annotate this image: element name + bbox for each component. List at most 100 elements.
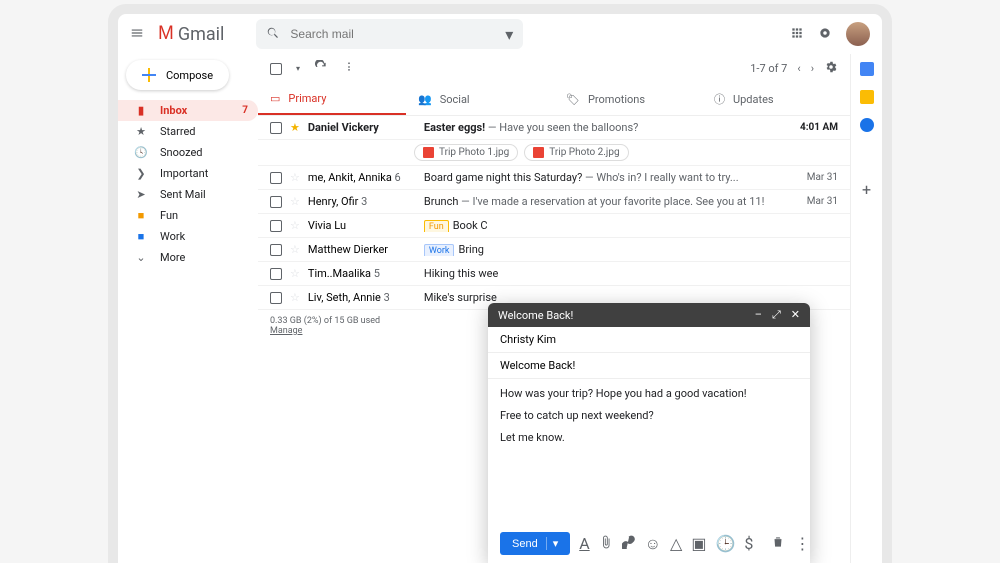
drive-icon[interactable]: △ bbox=[670, 534, 682, 553]
discard-icon[interactable] bbox=[771, 534, 785, 553]
prev-page-icon[interactable]: ‹ bbox=[797, 62, 800, 75]
account-avatar[interactable] bbox=[846, 22, 870, 46]
nav-label: Snoozed bbox=[160, 146, 202, 159]
nav-sent-mail[interactable]: ➤Sent Mail bbox=[118, 184, 258, 205]
send-label: Send bbox=[512, 538, 538, 550]
nav-more[interactable]: ⌄More bbox=[118, 247, 258, 268]
email-row[interactable]: ☆ Vivia Lu FunBook C bbox=[258, 214, 850, 238]
star-icon[interactable]: ☆ bbox=[290, 171, 300, 184]
star-icon[interactable]: ☆ bbox=[290, 219, 300, 232]
compose-label: Compose bbox=[166, 69, 213, 82]
important-icon: ❯ bbox=[134, 167, 148, 180]
search-input[interactable] bbox=[290, 27, 495, 41]
nav-inbox[interactable]: ▮ Inbox 7 bbox=[118, 100, 258, 121]
attachment-chip[interactable]: Trip Photo 1.jpg bbox=[414, 144, 518, 161]
settings-icon[interactable] bbox=[824, 60, 838, 77]
row-checkbox[interactable] bbox=[270, 172, 282, 184]
sender: me, Ankit, Annika 6 bbox=[308, 171, 416, 184]
tab-updates[interactable]: ⓘUpdates bbox=[702, 83, 850, 115]
tab-icon: 👥 bbox=[418, 93, 432, 106]
search-dropdown-icon[interactable]: ▾ bbox=[505, 25, 513, 44]
photo-icon[interactable]: ▣ bbox=[691, 534, 706, 553]
app-name: Gmail bbox=[178, 24, 225, 45]
more-icon[interactable] bbox=[342, 60, 356, 77]
star-icon[interactable]: ☆ bbox=[290, 195, 300, 208]
menu-icon[interactable] bbox=[130, 25, 148, 44]
minimize-icon[interactable]: – bbox=[755, 308, 762, 322]
subject-field[interactable]: Welcome Back! bbox=[488, 353, 810, 379]
star-icon[interactable]: ☆ bbox=[290, 243, 300, 256]
calendar-addon-icon[interactable] bbox=[860, 62, 874, 76]
star-icon[interactable]: ☆ bbox=[290, 267, 300, 280]
send-options-icon[interactable]: ▾ bbox=[546, 537, 559, 550]
row-checkbox[interactable] bbox=[270, 268, 282, 280]
subject-line: Board game night this Saturday? — Who's … bbox=[424, 171, 788, 184]
email-row[interactable]: ★ Daniel Vickery Easter eggs! — Have you… bbox=[258, 116, 850, 140]
tasks-addon-icon[interactable] bbox=[860, 118, 874, 132]
get-addons-icon[interactable]: + bbox=[862, 180, 871, 199]
close-icon[interactable]: ✕ bbox=[791, 308, 800, 322]
apps-icon[interactable] bbox=[790, 25, 804, 44]
row-checkbox[interactable] bbox=[270, 220, 282, 232]
star-icon[interactable]: ☆ bbox=[290, 291, 300, 304]
attachment-name: Trip Photo 2.jpg bbox=[549, 147, 619, 158]
subject-line: WorkBring bbox=[424, 243, 788, 256]
select-dropdown-icon[interactable]: ▾ bbox=[296, 64, 300, 73]
nav-starred[interactable]: ★Starred bbox=[118, 121, 258, 142]
compose-more-icon[interactable]: ⋮ bbox=[794, 534, 810, 553]
attachment-chip[interactable]: Trip Photo 2.jpg bbox=[524, 144, 628, 161]
link-icon[interactable] bbox=[622, 534, 636, 553]
keep-addon-icon[interactable] bbox=[860, 90, 874, 104]
star-icon[interactable]: ★ bbox=[290, 121, 300, 134]
inbox-icon: ▮ bbox=[134, 104, 148, 117]
compose-window: Welcome Back! – ⤢ ✕ Christy Kim Welcome … bbox=[488, 303, 810, 563]
email-row[interactable]: ☆ me, Ankit, Annika 6 Board game night t… bbox=[258, 166, 850, 190]
refresh-icon[interactable] bbox=[314, 60, 328, 77]
clock-icon: 🕓 bbox=[134, 146, 148, 159]
expand-icon[interactable]: ⤢ bbox=[772, 308, 781, 322]
tab-primary[interactable]: ▭Primary bbox=[258, 83, 406, 115]
logo[interactable]: M Gmail bbox=[158, 23, 224, 45]
nav-important[interactable]: ❯Important bbox=[118, 163, 258, 184]
sender: Liv, Seth, Annie 3 bbox=[308, 291, 416, 304]
compose-button[interactable]: Compose bbox=[126, 60, 229, 90]
label-chip[interactable]: Fun bbox=[424, 220, 449, 232]
select-all-checkbox[interactable] bbox=[270, 63, 282, 75]
header: M Gmail ▾ bbox=[118, 14, 882, 54]
to-field[interactable]: Christy Kim bbox=[488, 327, 810, 353]
nav-fun[interactable]: ■Fun bbox=[118, 205, 258, 226]
row-checkbox[interactable] bbox=[270, 244, 282, 256]
next-page-icon[interactable]: › bbox=[811, 62, 814, 75]
email-row[interactable]: ☆ Matthew Dierker WorkBring bbox=[258, 238, 850, 262]
manage-storage-link[interactable]: Manage bbox=[270, 326, 302, 336]
nav-label: Inbox bbox=[160, 104, 187, 117]
tab-label: Updates bbox=[733, 93, 774, 106]
format-icon[interactable]: A bbox=[579, 534, 589, 553]
emoji-icon[interactable]: ☺ bbox=[645, 534, 661, 554]
nav-snoozed[interactable]: 🕓 Snoozed bbox=[118, 142, 258, 163]
row-checkbox[interactable] bbox=[270, 292, 282, 304]
nav-label: Fun bbox=[160, 209, 178, 222]
attach-icon[interactable] bbox=[599, 534, 613, 553]
compose-body[interactable]: How was your trip? Hope you had a good v… bbox=[488, 379, 810, 524]
compose-header[interactable]: Welcome Back! – ⤢ ✕ bbox=[488, 303, 810, 327]
email-row[interactable]: ☆ Henry, Ofir 3 Brunch — I've made a res… bbox=[258, 190, 850, 214]
nav-count: 7 bbox=[242, 105, 248, 116]
tab-social[interactable]: 👥Social bbox=[406, 83, 554, 115]
notifications-icon[interactable] bbox=[818, 25, 832, 44]
email-row[interactable]: ☆ Tim..Maalika 5 Hiking this wee bbox=[258, 262, 850, 286]
tab-promotions[interactable]: 🏷Promotions bbox=[554, 83, 702, 115]
send-button[interactable]: Send ▾ bbox=[500, 532, 570, 555]
attachment-name: Trip Photo 1.jpg bbox=[439, 147, 509, 158]
tab-icon: ▭ bbox=[270, 92, 280, 105]
nav-work[interactable]: ■Work bbox=[118, 226, 258, 247]
confidential-icon[interactable]: 🕒 bbox=[715, 534, 735, 553]
row-checkbox[interactable] bbox=[270, 196, 282, 208]
nav-label: Starred bbox=[160, 125, 196, 138]
label-chip[interactable]: Work bbox=[424, 244, 455, 256]
nav-label: Sent Mail bbox=[160, 188, 206, 201]
row-checkbox[interactable] bbox=[270, 122, 282, 134]
tab-label: Promotions bbox=[588, 93, 645, 106]
money-icon[interactable]: $ bbox=[744, 534, 753, 553]
search-bar[interactable]: ▾ bbox=[256, 19, 523, 49]
